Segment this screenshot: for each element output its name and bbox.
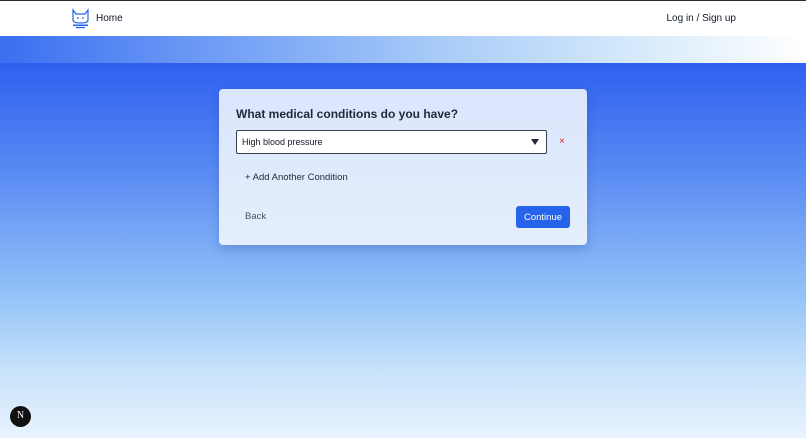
caret-down-icon <box>531 139 539 145</box>
condition-select-value: High blood pressure <box>242 137 323 147</box>
condition-select[interactable]: High blood pressure <box>236 130 547 154</box>
cat-logo-icon[interactable] <box>71 8 90 29</box>
navbar: Home Log in / Sign up <box>0 0 806 36</box>
login-signup-link[interactable]: Log in / Sign up <box>667 13 737 24</box>
header-banner <box>0 36 806 63</box>
continue-button[interactable]: Continue <box>516 206 570 228</box>
question-title: What medical conditions do you have? <box>236 107 459 121</box>
conditions-card: What medical conditions do you have? Hig… <box>219 89 587 245</box>
add-condition-button[interactable]: + Add Another Condition <box>245 172 348 183</box>
back-button[interactable]: Back <box>245 211 266 222</box>
nextjs-badge-letter: N <box>16 410 25 421</box>
home-link[interactable]: Home <box>96 13 123 24</box>
nextjs-devtools-icon[interactable]: N <box>10 406 31 427</box>
remove-condition-icon[interactable]: × <box>559 137 565 147</box>
